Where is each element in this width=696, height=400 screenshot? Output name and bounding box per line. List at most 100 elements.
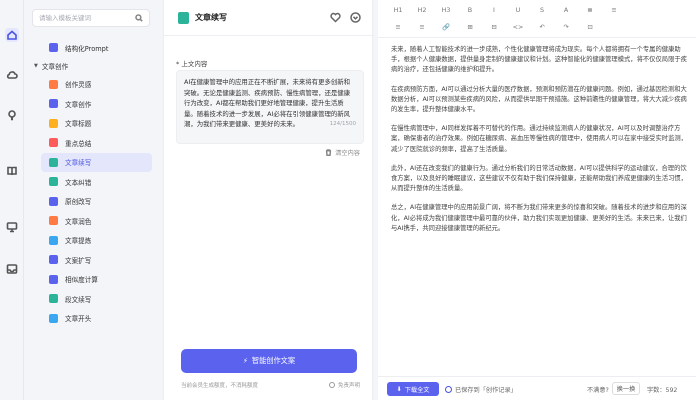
template-icon (49, 118, 58, 128)
toolbar-button[interactable]: <> (512, 23, 524, 31)
sidebar-item[interactable]: 文章提炼 (41, 231, 152, 251)
toolbar-button[interactable]: A (560, 6, 572, 14)
toolbar-button[interactable]: ⊞ (464, 23, 476, 31)
toolbar-button[interactable]: ↶ (536, 23, 548, 31)
sidebar-item[interactable]: 文章创作 (41, 94, 152, 114)
download-button[interactable]: ⬇ 下载全文 (387, 382, 439, 396)
heart-icon[interactable] (330, 12, 341, 23)
content-textarea[interactable]: AI在健康管理中的应用正在不断扩展，未来将有更多创新和突破。无论是健康监测、疾病… (176, 70, 364, 144)
template-icon (49, 274, 58, 284)
template-icon (49, 294, 58, 304)
toolbar-button[interactable]: S (536, 6, 548, 14)
generate-button[interactable]: ⚡ 智能创作文案 (181, 349, 357, 373)
toolbar-button[interactable]: 🔗 (440, 23, 452, 31)
nav-group-label: 文章创作 (41, 63, 69, 71)
template-logo-icon (178, 12, 189, 24)
sidebar-item[interactable]: 文章润色 (41, 211, 152, 231)
sidebar-item[interactable]: 文章续写 (41, 152, 152, 172)
toolbar-button[interactable]: ≣ (584, 6, 596, 14)
editor-toolbar: H1 H2 H3 B I U S A ≣ ≡ ≡ ≡ 🔗 ⊞ ⊟ <> ↶ ↷ ⊡ (378, 0, 696, 38)
sidebar-item[interactable]: 文案扩写 (41, 250, 152, 270)
toolbar-button[interactable]: ↷ (560, 23, 572, 31)
unsatisfied-label: 不满意? (587, 387, 609, 394)
sidebar-item-label: 文章润色 (65, 217, 92, 226)
template-icon (49, 313, 58, 323)
clear-button[interactable]: 清空内容 (325, 148, 360, 157)
sidebar-item[interactable]: 文章开头 (41, 309, 152, 329)
sidebar-item[interactable]: 文本纠错 (41, 172, 152, 192)
sidebar-item-label: 文案扩写 (65, 256, 92, 265)
sidebar-item-label: 相似度计算 (65, 276, 98, 285)
toolbar-button[interactable]: H2 (416, 6, 428, 14)
char-count: 124/1500 (329, 121, 356, 127)
sidebar-item-label: 段文续写 (65, 295, 92, 304)
document-paragraph[interactable]: 总之，AI在健康管理中的应用前景广阔，将不断为我们带来更多的惊喜和突破。随着技术… (391, 203, 687, 234)
sidebar-item[interactable]: 文章标题 (41, 114, 152, 134)
template-search[interactable] (32, 9, 150, 27)
inbox-icon[interactable] (5, 262, 19, 276)
generate-label: 智能创作文案 (251, 356, 296, 365)
trash-icon (325, 149, 332, 157)
toolbar-button[interactable]: ≡ (416, 23, 428, 31)
book-icon[interactable] (5, 164, 19, 178)
template-icon (49, 43, 58, 53)
toolbar-button[interactable]: B (464, 6, 476, 14)
document-paragraph[interactable]: 此外，AI还在改变我们的健康行为。通过分析我们的日常活动数据，AI可以提供科学的… (391, 164, 687, 195)
sidebar-item[interactable]: 创作灵感 (41, 75, 152, 95)
template-search-input[interactable] (39, 14, 134, 22)
input-section-label: * 上文内容 (176, 60, 208, 68)
sidebar-item-label: 原创改写 (65, 198, 92, 207)
search-icon[interactable] (135, 14, 143, 22)
sidebar-item[interactable]: 结构化Prompt (41, 38, 152, 58)
template-icon (49, 196, 58, 206)
sidebar-item[interactable]: 相似度计算 (41, 270, 152, 290)
home-icon[interactable] (5, 28, 19, 42)
toolbar-button[interactable]: ⊡ (584, 23, 596, 31)
generated-document[interactable]: 未来，随着人工智能技术的进一步成熟，个性化健康管理将成为现实。每个人都将拥有一个… (391, 45, 687, 243)
template-icon (49, 79, 58, 89)
disclaimer-link[interactable]: 免责声明 (328, 381, 360, 389)
toolbar-button[interactable]: H1 (392, 6, 404, 14)
toolbar-button[interactable]: I (488, 6, 500, 14)
document-paragraph[interactable]: 在慢性病管理中，AI同样发挥着不可替代的作用。通过持续监测病人的健康状况，AI可… (391, 124, 687, 155)
sidebar-item[interactable]: 原创改写 (41, 192, 152, 212)
save-status[interactable]: 已保存到「创作记录」 (445, 385, 517, 394)
sidebar-item-label: 文章创作 (65, 100, 92, 109)
download-icon: ⬇ (396, 385, 402, 393)
toolbar-button[interactable]: U (512, 6, 524, 14)
icon-rail (0, 0, 24, 400)
caret-down-icon: ▼ (34, 63, 38, 69)
sidebar-item[interactable]: 段文续写 (41, 289, 152, 309)
toolbar-button[interactable]: ⊟ (488, 23, 500, 31)
template-nav: 结构化Prompt ▼ 文章创作 创作灵感 文章创作 文章标题 重点总结 文章续写 文本纠错 原创… (25, 38, 158, 328)
sidebar-item-label: 重点总结 (65, 139, 92, 148)
template-icon (49, 216, 58, 226)
cloud-icon[interactable] (5, 68, 19, 82)
quota-note: 当前会员生成额度，不消耗额度 (181, 383, 259, 389)
sidebar-item-label: 文本纠错 (65, 178, 92, 187)
info-icon (328, 382, 335, 388)
sidebar-item[interactable]: 重点总结 (41, 133, 152, 153)
template-icon (49, 177, 58, 187)
download-label: 下载全文 (404, 386, 430, 394)
regenerate-button[interactable]: 换一换 (612, 382, 640, 395)
sidebar-item-label: 文章续写 (65, 159, 92, 168)
sidebar-item-label: 文章标题 (65, 120, 92, 129)
chevron-down-icon[interactable] (350, 12, 361, 23)
editor-footer: ⬇ 下载全文 已保存到「创作记录」 不满意? 换一换 字数：592 (378, 376, 696, 400)
bulb-icon[interactable] (5, 108, 19, 122)
word-count: 字数：592 (647, 387, 678, 394)
toolbar-button[interactable]: ≡ (608, 6, 620, 14)
document-paragraph[interactable]: 未来，随着人工智能技术的进一步成熟，个性化健康管理将成为现实。每个人都将拥有一个… (391, 45, 687, 76)
document-paragraph[interactable]: 在疾病预防方面，AI可以通过分析大量的医疗数据，预测和预防潜在的健康问题。例如，… (391, 85, 687, 116)
result-editor: H1 H2 H3 B I U S A ≣ ≡ ≡ ≡ 🔗 ⊞ ⊟ <> ↶ ↷ ⊡ 未来，随着人工智能技术的进一步成… (378, 0, 696, 400)
input-panel: 文章续写 * 上文内容 AI在健康管理中的应用正在不断扩展，未来将有更多创新和突… (163, 0, 374, 400)
toolbar-button[interactable]: H3 (440, 6, 452, 14)
clear-label: 清空内容 (335, 150, 360, 157)
monitor-icon[interactable] (5, 220, 19, 234)
nav-group-header[interactable]: ▼ 文章创作 (25, 58, 158, 75)
sidebar-item-label: 创作灵感 (65, 81, 92, 90)
template-icon (49, 138, 58, 148)
lightning-icon: ⚡ (242, 357, 248, 365)
toolbar-button[interactable]: ≡ (392, 23, 404, 31)
